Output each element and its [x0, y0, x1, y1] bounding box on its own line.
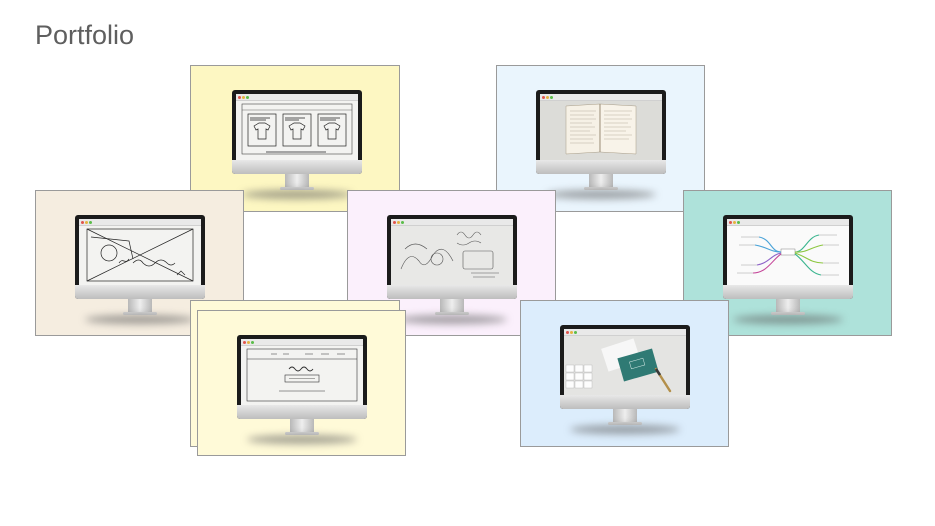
desktop-monitor: [75, 215, 205, 327]
desktop-monitor: [560, 325, 690, 437]
desktop-monitor: [723, 215, 853, 327]
screen-journal-sketch: [79, 219, 201, 285]
tshirt-sketch-drawing: [241, 103, 353, 155]
screen-tshirt-wireframe: [236, 94, 358, 160]
mind-map-drawing: [737, 234, 839, 276]
page-title: Portfolio: [35, 20, 135, 50]
desktop-monitor: [536, 90, 666, 202]
screen-apple-sketch: [391, 219, 513, 285]
portfolio-card-brandwave-sketch[interactable]: [197, 310, 406, 456]
screen-business-card-photo: [564, 329, 686, 395]
portfolio-card-business-card[interactable]: [520, 300, 729, 447]
notebook-drawing: [565, 103, 637, 155]
desktop-monitor: [387, 215, 517, 327]
brandwave-sketch-drawing: [246, 348, 358, 402]
screen-notebook-photo: [540, 94, 662, 160]
desktop-monitor: [232, 90, 362, 202]
apple-sketch-drawing: [400, 231, 499, 278]
screen-mind-map: [727, 219, 849, 285]
screen-brandwave-wireframe: [241, 339, 363, 405]
business-card-drawing: [565, 338, 672, 393]
desktop-monitor: [237, 335, 367, 447]
journal-sketch-drawing: [86, 228, 194, 282]
